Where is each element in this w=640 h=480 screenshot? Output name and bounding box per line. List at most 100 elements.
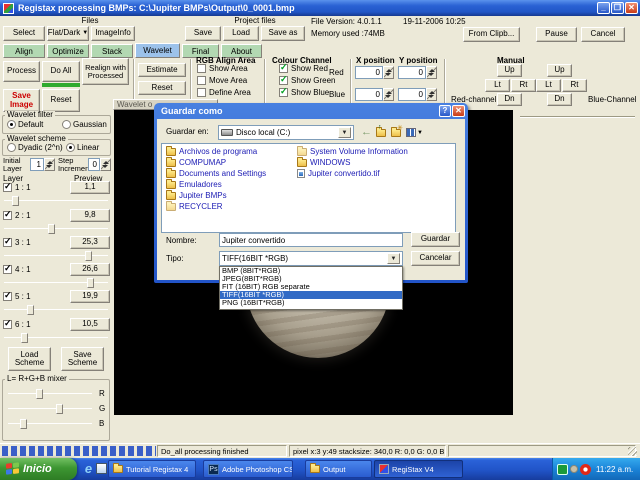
tab-stack[interactable]: Stack — [91, 44, 133, 58]
process-button[interactable]: Process — [3, 61, 40, 82]
layer3-checkbox[interactable] — [3, 238, 12, 247]
up-one-level-icon[interactable]: ↑ — [376, 124, 386, 137]
mixer-g-thumb[interactable] — [56, 404, 63, 414]
load-button[interactable]: Load — [223, 26, 259, 41]
filetype-option[interactable]: JPEG(8BIT*RGB) — [220, 275, 402, 283]
blue-x-spinner[interactable] — [383, 88, 394, 101]
initial-layer-field[interactable]: 1 — [30, 158, 44, 171]
list-item[interactable]: Jupiter convertido.tif — [297, 168, 452, 179]
red-up-button[interactable]: Up — [497, 64, 522, 77]
layer6-checkbox[interactable] — [3, 320, 12, 329]
list-item[interactable]: Emuladores — [166, 178, 296, 190]
initial-layer-spinner[interactable] — [44, 158, 55, 171]
mixer-b-slider[interactable] — [8, 419, 92, 429]
imageinfo-button[interactable]: ImageInfo — [91, 26, 135, 41]
list-item[interactable]: COMPUMAP — [166, 156, 296, 168]
list-item[interactable]: System Volume Information — [297, 145, 452, 157]
tab-align[interactable]: Align — [3, 44, 45, 58]
resize-grip[interactable] — [628, 447, 637, 456]
red-rt-button[interactable]: Rt — [511, 79, 536, 92]
internet-explorer-icon[interactable]: e — [82, 462, 95, 475]
mixer-b-thumb[interactable] — [20, 419, 27, 429]
scheme-linear-radio[interactable] — [66, 143, 75, 152]
close-button[interactable]: ✕ — [625, 2, 638, 14]
do-all-button[interactable]: Do All — [42, 61, 80, 82]
blue-x-field[interactable]: 0 — [355, 88, 383, 101]
blue-dn-button[interactable]: Dn — [547, 93, 572, 106]
list-item[interactable]: Archivos de programa — [166, 145, 296, 157]
red-y-spinner[interactable] — [426, 66, 437, 79]
list-item[interactable]: Jupiter BMPs — [166, 189, 296, 201]
show-blue-checkbox[interactable] — [279, 88, 288, 97]
red-dn-button[interactable]: Dn — [497, 93, 522, 106]
realign-button[interactable]: Realign with Processed — [82, 58, 129, 85]
layer4-preview-button[interactable]: 26,6 — [70, 263, 110, 276]
new-folder-icon[interactable]: ✳ — [391, 125, 403, 137]
layer4-slider[interactable] — [4, 278, 108, 288]
location-dropdown-button[interactable]: ▼ — [338, 127, 351, 138]
red-x-field[interactable]: 0 — [355, 66, 383, 79]
file-list[interactable]: Archivos de programa COMPUMAP Documents … — [161, 143, 456, 233]
filetype-option[interactable]: PNG (16BIT*RGB) — [220, 299, 402, 307]
red-x-spinner[interactable] — [383, 66, 394, 79]
show-red-checkbox[interactable] — [279, 64, 288, 73]
show-green-checkbox[interactable] — [279, 76, 288, 85]
layer1-preview-button[interactable]: 1,1 — [70, 181, 110, 194]
filename-input[interactable]: Jupiter convertido — [219, 233, 403, 247]
list-item[interactable]: RECYCLER — [166, 200, 296, 212]
view-menu-icon[interactable]: ▼ — [406, 128, 423, 137]
layer1-checkbox[interactable] — [3, 183, 12, 192]
tab-wavelet[interactable]: Wavelet — [135, 43, 180, 58]
quick-launch-icon-2[interactable] — [96, 463, 107, 474]
reset-button[interactable]: Reset — [42, 89, 80, 112]
save-as-button[interactable]: Save as — [261, 26, 305, 41]
filetype-dropdown-button[interactable]: ▼ — [387, 253, 400, 264]
layer1-slider[interactable] — [4, 196, 108, 206]
layer4-slider-thumb[interactable] — [87, 278, 94, 288]
define-area-checkbox[interactable] — [197, 88, 206, 97]
dialog-close-button[interactable]: ✕ — [452, 105, 465, 117]
filetype-option[interactable]: FIT (16BIT) RGB separate — [220, 283, 402, 291]
load-scheme-button[interactable]: Load Scheme — [8, 347, 51, 371]
save-scheme-button[interactable]: Save Scheme — [61, 347, 104, 371]
guardar-button[interactable]: Guardar — [411, 232, 460, 247]
layer2-preview-button[interactable]: 9,8 — [70, 209, 110, 222]
estimate-button[interactable]: Estimate — [138, 63, 186, 77]
filter-gaussian-radio[interactable] — [62, 120, 71, 129]
layer5-preview-button[interactable]: 19,9 — [70, 290, 110, 303]
step-increment-field[interactable]: 0 — [88, 158, 100, 171]
save-image-button[interactable]: Save Image — [3, 89, 40, 112]
layer6-slider[interactable] — [4, 333, 108, 343]
layer4-checkbox[interactable] — [3, 265, 12, 274]
blue-lt-button[interactable]: Lt — [536, 79, 561, 92]
layer5-slider[interactable] — [4, 305, 108, 315]
layer6-preview-button[interactable]: 10,5 — [70, 318, 110, 331]
taskbar-button-photoshop[interactable]: Ps Adobe Photoshop CS3 — [203, 460, 293, 478]
tray-icon-2[interactable] — [570, 465, 578, 473]
layer2-slider[interactable] — [4, 224, 108, 234]
red-y-field[interactable]: 0 — [398, 66, 426, 79]
location-combobox[interactable]: Disco local (C:) ▼ — [218, 125, 354, 140]
layer5-slider-thumb[interactable] — [27, 305, 34, 315]
blue-y-field[interactable]: 0 — [398, 88, 426, 101]
list-item[interactable]: Documents and Settings — [166, 167, 296, 179]
filetype-option-selected[interactable]: TIFF(16BIT *RGB) — [220, 291, 402, 299]
layer5-checkbox[interactable] — [3, 292, 12, 301]
move-area-checkbox[interactable] — [197, 76, 206, 85]
from-clipboard-button[interactable]: From Clipb... — [463, 27, 520, 42]
list-item[interactable]: WINDOWS — [297, 156, 452, 168]
cancel-button[interactable]: Cancel — [581, 27, 625, 42]
layer6-slider-thumb[interactable] — [21, 333, 28, 343]
start-button[interactable]: Inicio — [0, 458, 77, 480]
taskbar-button-tutorial[interactable]: Tutorial Registax 4 — [108, 460, 196, 478]
mixer-r-slider[interactable] — [8, 389, 92, 399]
mixer-r-thumb[interactable] — [36, 389, 43, 399]
layer3-slider[interactable] — [4, 251, 108, 261]
blue-up-button[interactable]: Up — [547, 64, 572, 77]
tab-optimize[interactable]: Optimize — [47, 44, 89, 58]
minimize-button[interactable]: _ — [597, 2, 610, 14]
estimate-reset-button[interactable]: Reset — [138, 81, 186, 95]
scheme-dyadic-radio[interactable] — [7, 143, 16, 152]
taskbar-clock[interactable]: 11:22 a.m. — [596, 465, 633, 474]
tray-icon-3[interactable] — [580, 463, 591, 475]
